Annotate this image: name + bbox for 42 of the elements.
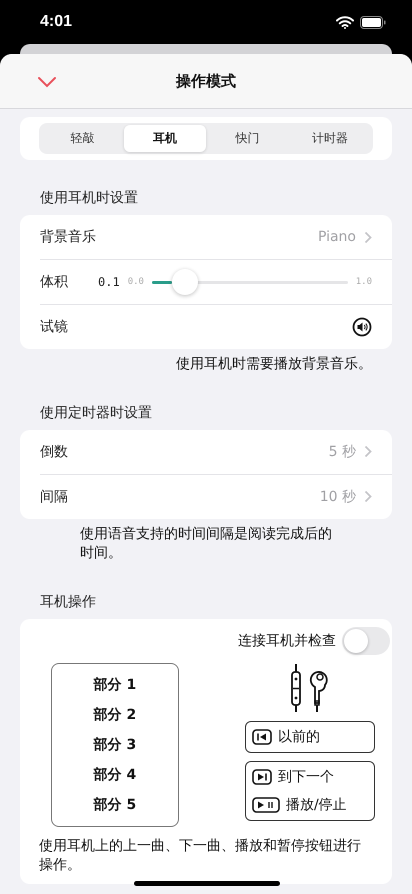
tab[interactable]: 快门: [206, 125, 288, 152]
section-heading: 使用耳机时设置: [39, 189, 139, 207]
toggle-switch[interactable]: [342, 626, 390, 655]
status-time: 4:01: [40, 13, 72, 31]
volume-slider[interactable]: [152, 269, 348, 295]
operation-description: 使用耳机上的上一曲、下一曲、播放和暂停按钮进行操作。: [39, 836, 362, 876]
slider-thumb[interactable]: [172, 269, 198, 295]
button-function-label: 到下一个: [278, 768, 334, 786]
wifi-icon: [336, 16, 354, 28]
row-label: 倒数: [40, 442, 68, 461]
section-footer: 使用语音支持的时间间隔是阅读完成后的时间。: [20, 524, 392, 564]
part-label: 部分 1: [94, 676, 136, 694]
slider-max-label: 1.0: [356, 277, 372, 287]
chevron-right-icon: [364, 230, 372, 244]
button-function-label: 播放/停止: [286, 796, 347, 814]
tab[interactable]: 轻敲: [41, 125, 124, 152]
tab[interactable]: 计时器: [288, 125, 371, 152]
chevron-right-icon: [364, 490, 372, 504]
part-label: 部分 3: [94, 736, 136, 754]
button-function-label: 以前的: [278, 728, 320, 746]
part-label: 部分 4: [94, 766, 136, 784]
speaker-icon[interactable]: [352, 317, 372, 337]
section-heading: 耳机操作: [39, 592, 97, 611]
next-track-icon: [252, 768, 272, 785]
battery-icon: [360, 16, 386, 28]
part-label: 部分 2: [94, 706, 136, 724]
previous-track-icon: [252, 728, 272, 745]
toggle-label: 连接耳机并检查: [238, 632, 336, 650]
chevron-right-icon: [364, 445, 372, 458]
row-label: 背景音乐: [40, 228, 96, 246]
slider-min-label: 0.0: [128, 277, 144, 287]
volume-reading: 0.1: [98, 275, 120, 289]
section-footer: 使用耳机时需要播放背景音乐。: [20, 355, 392, 375]
section-heading: 使用定时器时设置: [39, 404, 153, 422]
row-label: 试镜: [40, 318, 68, 336]
tab[interactable]: 耳机: [124, 125, 206, 152]
chevron-down-icon[interactable]: [37, 76, 57, 88]
play-pause-icon: [252, 796, 280, 813]
row-label: 体积: [40, 273, 68, 291]
row-label: 间隔: [40, 488, 68, 506]
part-label: 部分 5: [94, 796, 136, 814]
sheet-title: 操作模式: [176, 72, 236, 90]
